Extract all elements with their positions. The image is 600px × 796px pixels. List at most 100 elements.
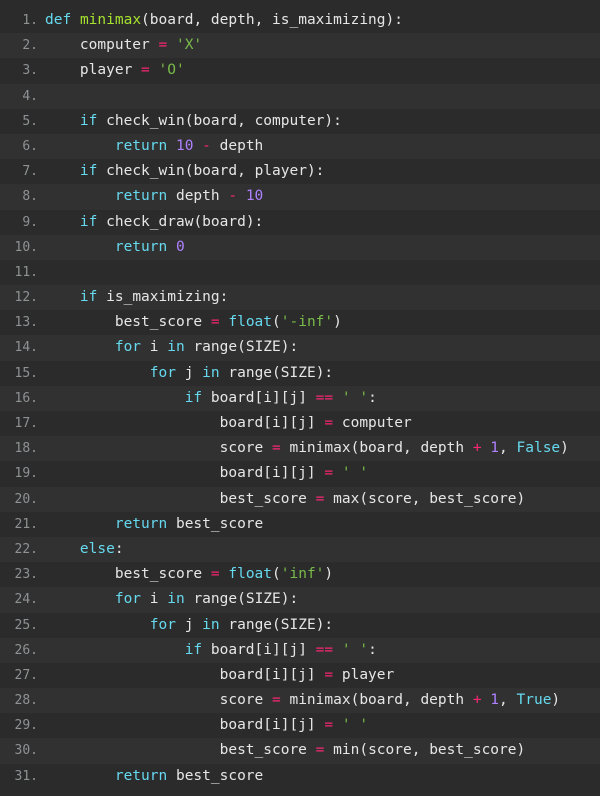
code-token: , xyxy=(499,692,517,709)
code-token: , xyxy=(402,440,421,457)
code-line[interactable]: 20. best_score = max(score, best_score) xyxy=(0,486,600,512)
line-number: 1. xyxy=(22,13,38,28)
code-line[interactable]: 24. for i in range(SIZE): xyxy=(0,587,600,613)
code-line[interactable]: 7. if check_win(board, player): xyxy=(0,159,600,185)
code-token: , xyxy=(237,163,255,180)
code-token: ( xyxy=(359,742,369,759)
code-line[interactable]: 16. if board[i][j] == ' ': xyxy=(0,385,600,411)
code-token: if xyxy=(184,641,203,658)
code-token: SIZE xyxy=(245,339,281,356)
code-line[interactable]: 5. if check_win(board, computer): xyxy=(0,108,600,134)
code-text: board[i][j] = player xyxy=(38,663,395,688)
code-line[interactable]: 2. computer = 'X' xyxy=(0,33,600,59)
code-text: if check_draw(board): xyxy=(38,210,263,235)
code-line[interactable]: 31. return best_score xyxy=(0,763,600,789)
code-token: float xyxy=(228,566,273,583)
code-token: 1 xyxy=(490,440,500,457)
code-token: ( xyxy=(141,12,150,28)
code-text: if is_maximizing: xyxy=(38,285,228,310)
code-token: player xyxy=(254,163,307,180)
code-line[interactable]: 23. best_score = float('inf') xyxy=(0,562,600,588)
code-line[interactable]: 15. for j in range(SIZE): xyxy=(0,360,600,386)
code-token: - xyxy=(228,188,238,205)
line-number: 30. xyxy=(14,743,38,759)
code-token: = xyxy=(324,666,334,683)
code-text: return depth - 10 xyxy=(38,184,263,209)
code-line[interactable]: 13. best_score = float('-inf') xyxy=(0,310,600,336)
code-token: def xyxy=(45,12,72,28)
code-token: board xyxy=(193,163,238,180)
code-token: = xyxy=(272,440,281,457)
code-token: check_win xyxy=(106,163,185,180)
code-token: if xyxy=(79,112,98,129)
code-line[interactable]: 21. return best_score xyxy=(0,511,600,537)
code-token: return xyxy=(114,238,168,255)
line-number: 13. xyxy=(14,315,38,331)
code-line[interactable]: 12. if is_maximizing: xyxy=(0,285,600,311)
code-line[interactable]: 4. xyxy=(0,83,600,109)
code-line[interactable]: 25. for j in range(SIZE): xyxy=(0,612,600,638)
code-editor[interactable]: 1. def minimax(board, depth, is_maximizin… xyxy=(0,0,600,796)
code-token: , xyxy=(411,490,430,507)
code-token: [i][j] xyxy=(263,465,316,482)
code-token: ): xyxy=(324,112,342,129)
code-line[interactable]: 11. xyxy=(0,259,600,286)
code-text: computer = 'X' xyxy=(38,33,202,58)
code-line[interactable]: 1. def minimax(board, depth, is_maximizin… xyxy=(0,8,600,34)
code-line[interactable]: 9. if check_draw(board): xyxy=(0,209,600,235)
line-number: 8. xyxy=(22,189,38,205)
code-line[interactable]: 27. board[i][j] = player xyxy=(0,662,600,689)
line-number: 6. xyxy=(22,138,38,154)
code-token: 'X' xyxy=(175,37,203,54)
code-line[interactable]: 14. for i in range(SIZE): xyxy=(0,335,600,361)
code-line[interactable]: 26. if board[i][j] == ' ': xyxy=(0,637,600,663)
code-line[interactable]: 29. board[i][j] = ' ' xyxy=(0,713,600,739)
code-token: best_score xyxy=(219,490,307,507)
code-token: [i][j] xyxy=(263,666,316,683)
code-line[interactable]: 30. best_score = min(score, best_score) xyxy=(0,738,600,764)
code-text: board[i][j] = ' ' xyxy=(38,713,368,738)
code-line[interactable]: 6. return 10 - depth xyxy=(0,133,600,160)
code-line[interactable]: 28. score = minimax(board, depth + 1, Tr… xyxy=(0,688,600,714)
code-token: [i][j] xyxy=(263,415,316,431)
code-token: best_score xyxy=(429,490,517,507)
code-line[interactable]: 19. board[i][j] = ' ' xyxy=(0,461,600,487)
code-token: range xyxy=(228,364,273,381)
code-line[interactable]: 10. return 0 xyxy=(0,234,600,260)
code-token: ): xyxy=(280,339,299,356)
code-token: minimax xyxy=(79,12,142,28)
code-token: ): xyxy=(315,616,334,633)
code-text: player = 'O' xyxy=(38,58,185,83)
code-token: ( xyxy=(272,616,281,633)
code-line[interactable]: 22. else: xyxy=(0,536,600,563)
code-token: depth xyxy=(175,188,220,205)
code-token: in xyxy=(167,591,185,608)
code-line[interactable]: 18. score = minimax(board, depth + 1, Fa… xyxy=(0,436,600,462)
code-line[interactable]: 17. board[i][j] = computer xyxy=(0,411,600,437)
code-token: max xyxy=(333,490,360,507)
line-number: 5. xyxy=(22,113,38,129)
code-line[interactable]: 3. player = 'O' xyxy=(0,58,600,84)
code-token: for xyxy=(114,339,142,356)
code-text: return 0 xyxy=(38,235,185,260)
code-token: best_score xyxy=(429,742,517,759)
code-token: , xyxy=(402,692,421,709)
code-line[interactable]: 8. return depth - 10 xyxy=(0,184,600,210)
code-token: i xyxy=(149,591,159,608)
code-token: : xyxy=(114,540,124,557)
